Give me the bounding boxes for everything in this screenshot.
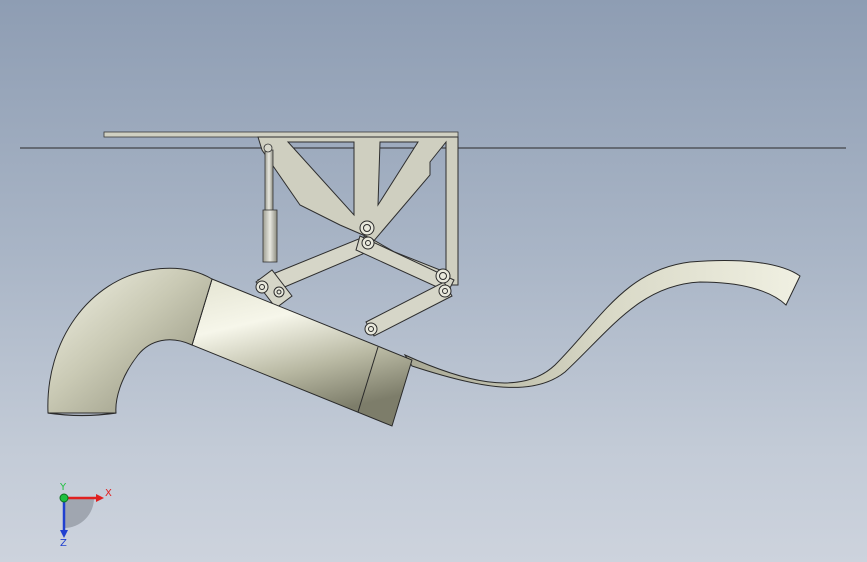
- model-scene[interactable]: [0, 0, 867, 562]
- x-axis-arrowhead: [96, 494, 104, 502]
- straight-pipe[interactable]: [191, 278, 413, 427]
- y-axis-label: Y: [59, 482, 67, 493]
- bracket-frame[interactable]: [257, 136, 459, 286]
- z-axis-arrowhead: [60, 530, 68, 538]
- axis-triad[interactable]: X Y Z: [44, 482, 124, 546]
- curved-blade[interactable]: [403, 260, 801, 388]
- z-axis-label: Z: [60, 538, 67, 546]
- bent-pipe[interactable]: [47, 267, 213, 414]
- graphics-viewport[interactable]: X Y Z: [0, 0, 867, 562]
- x-axis-label: X: [105, 488, 112, 499]
- triad-shadow: [64, 498, 94, 528]
- mounting-plate[interactable]: [103, 131, 459, 138]
- y-axis-dot: [59, 493, 69, 503]
